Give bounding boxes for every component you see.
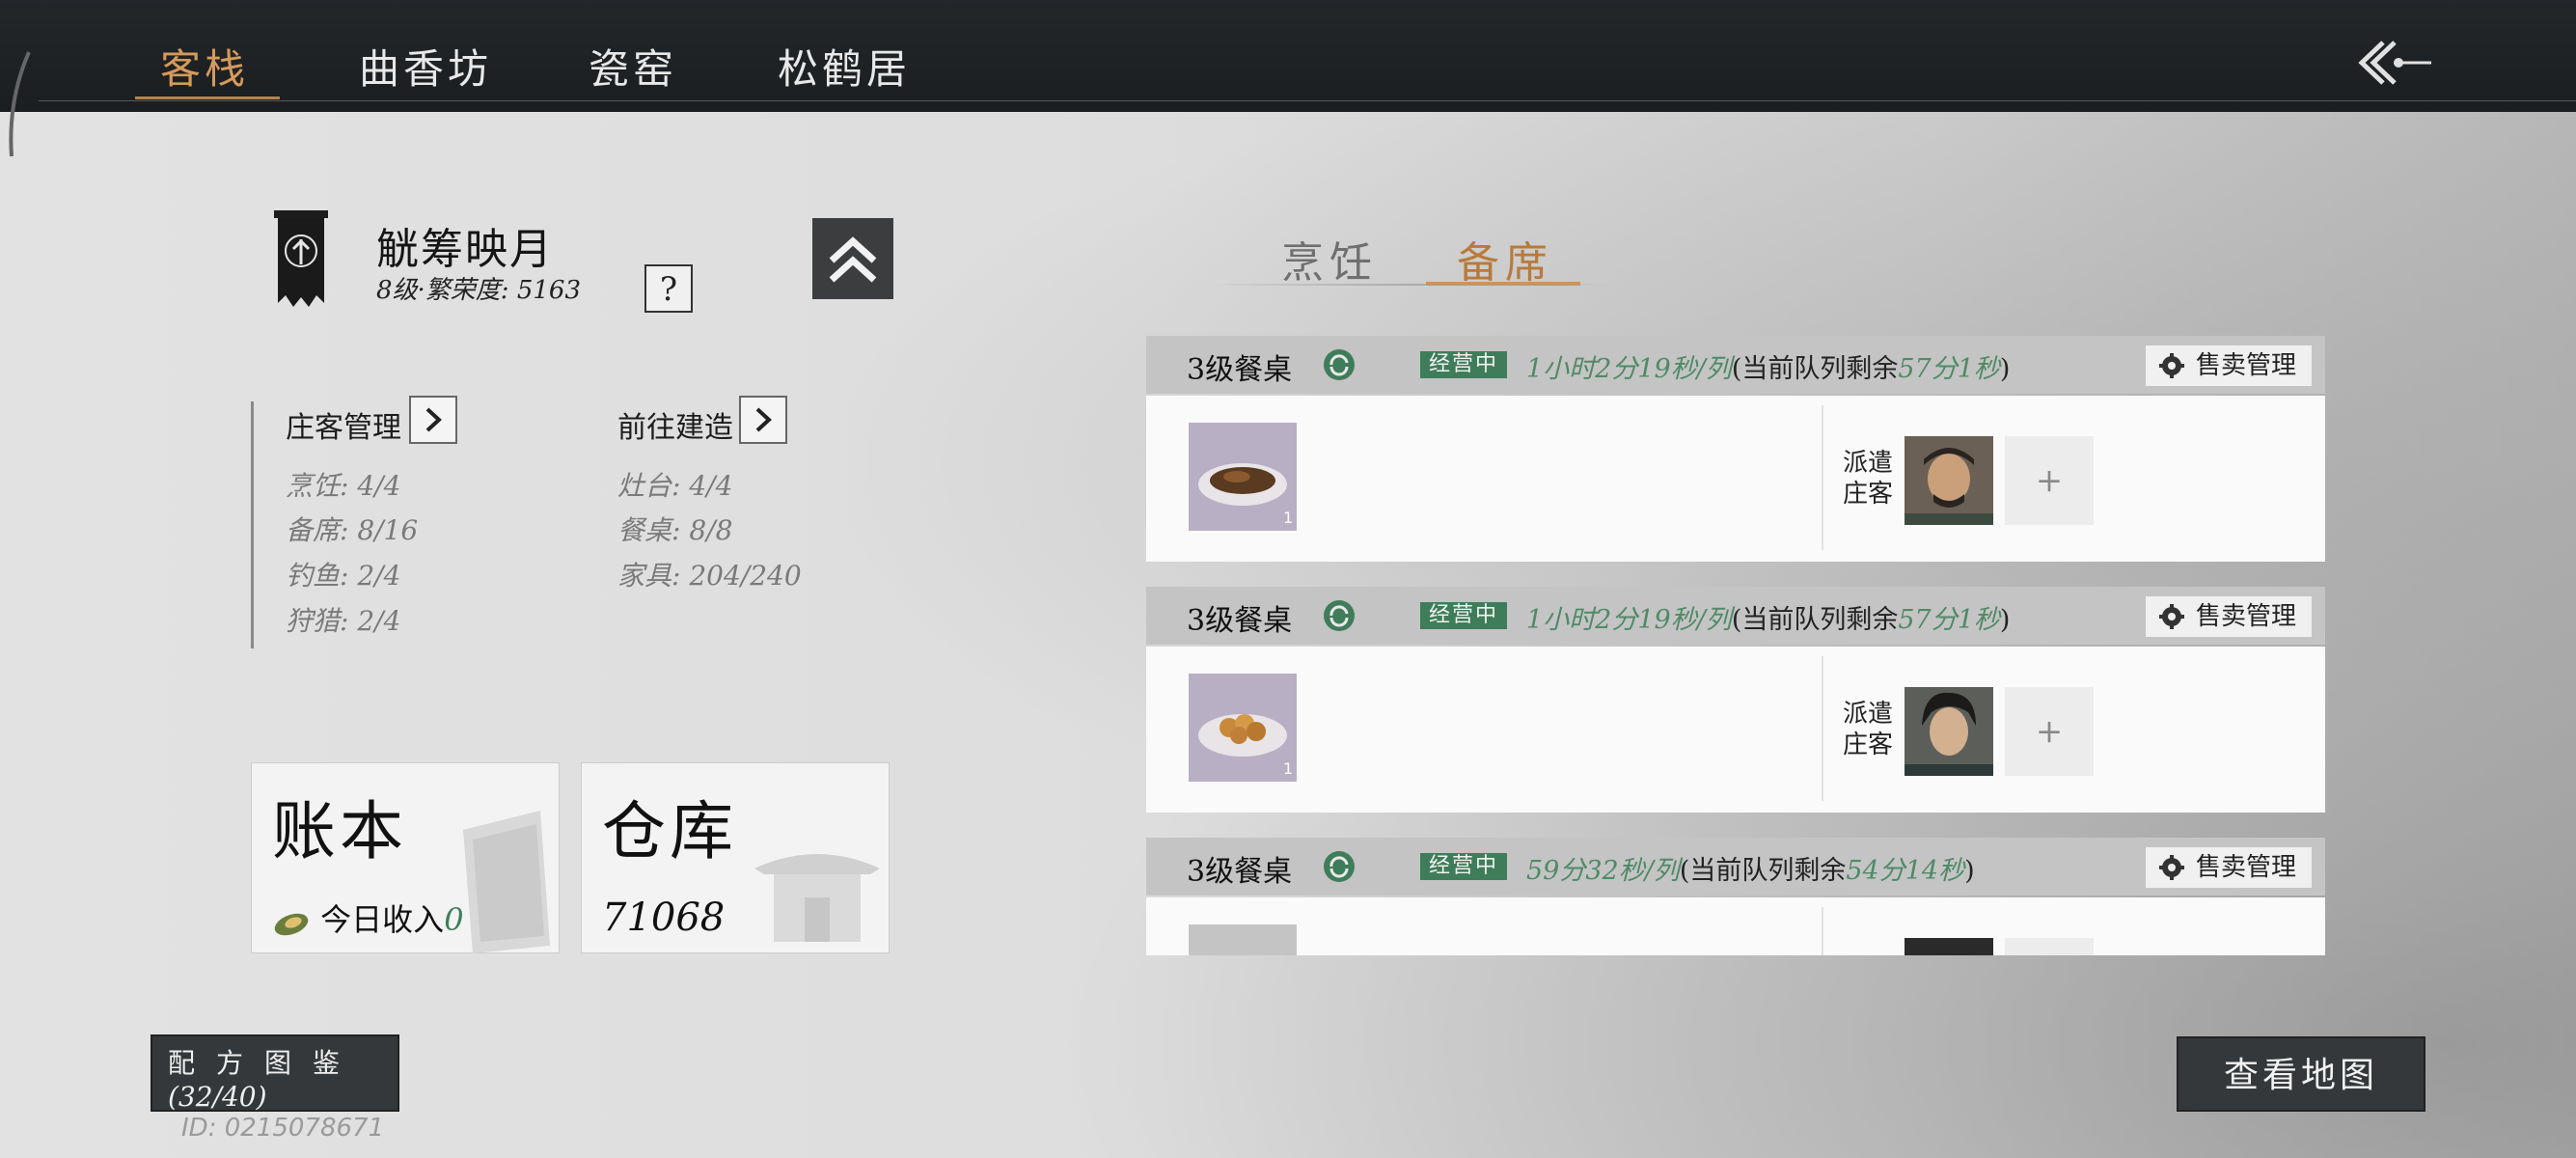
table-row-header: 3级餐桌 经营中 1小时2分19秒/列(当前队列剩余57分1秒) 售卖管理 — [1146, 587, 2325, 645]
table-name: 3级餐桌 — [1187, 604, 1293, 638]
top-navigation-bar: 客栈 曲香坊 瓷窑 松鹤居 — [0, 0, 2576, 157]
tab-porcelain-kiln[interactable]: 瓷窑 — [589, 37, 677, 96]
recipe-catalog-button[interactable]: 配方图鉴 (32/40) — [151, 1034, 399, 1113]
refresh-icon — [1324, 851, 1355, 882]
status-badge: 经营中 — [1420, 853, 1507, 880]
stat-hunting: 狩猎: 2/4 — [286, 605, 401, 637]
topbar-divider — [39, 100, 2576, 101]
tab-inn[interactable]: 客栈 — [160, 37, 249, 96]
dispatch-guest-label: 派遣庄客 — [1843, 449, 1894, 509]
inn-level-prosperity: 8级·繁荣度: 5163 — [376, 276, 581, 305]
refresh-icon — [1324, 349, 1355, 380]
table-row-header: 3级餐桌 经营中 1小时2分19秒/列(当前队列剩余57分1秒) 售卖管理 — [1146, 336, 2325, 394]
recipe-catalog-count: (32/40) — [168, 1081, 267, 1113]
sell-management-button[interactable]: 售卖管理 — [2146, 596, 2312, 637]
recipe-catalog-label: 配方图鉴 — [168, 1047, 362, 1079]
warehouse-title: 仓库 — [602, 794, 737, 868]
dish-slot[interactable]: 1 — [1189, 674, 1297, 782]
status-badge: 经营中 — [1420, 602, 1507, 629]
stat-table: 餐桌: 8/8 — [617, 514, 733, 546]
guest-management-button[interactable] — [409, 396, 457, 444]
help-button[interactable]: ? — [644, 264, 693, 313]
table-row: 3级餐桌 经营中 1小时2分19秒/列(当前队列剩余57分1秒) 售卖管理 1 … — [1146, 587, 2325, 820]
sell-management-button[interactable]: 售卖管理 — [2146, 345, 2312, 386]
dish-slot[interactable] — [1189, 924, 1297, 955]
tab-song-he-ju[interactable]: 松鹤居 — [778, 37, 911, 96]
active-tab-underline — [135, 96, 280, 99]
inn-name: 觥筹映月 — [376, 225, 554, 274]
guest-portrait-avatar[interactable] — [1905, 436, 1993, 525]
table-row-body: 1 派遣庄客 + — [1146, 396, 2325, 562]
table-timer: 59分32秒/列(当前队列剩余54分14秒) — [1526, 856, 1975, 886]
stat-fishing: 钓鱼: 2/4 — [286, 560, 401, 592]
row-divider — [1822, 907, 1823, 955]
gear-icon — [2159, 353, 2184, 378]
double-chevron-up-icon — [829, 236, 877, 283]
decorative-brush-icon — [9, 51, 31, 157]
income-row: 今日收入0 — [272, 896, 464, 940]
gear-icon — [2159, 604, 2184, 629]
warehouse-card[interactable]: 仓库 71068 — [581, 762, 890, 953]
row-divider — [1822, 656, 1823, 801]
stat-cooking: 烹饪: 4/4 — [286, 470, 401, 502]
guest-portrait-avatar[interactable] — [1905, 938, 1993, 955]
chevron-right-icon — [755, 407, 772, 432]
gear-icon — [2159, 855, 2184, 880]
warehouse-value: 71068 — [602, 896, 726, 940]
income-label: 今日收入 — [320, 901, 445, 938]
go-build-button[interactable] — [739, 396, 787, 444]
ledger-title: 账本 — [272, 794, 407, 868]
table-name: 3级餐桌 — [1187, 353, 1293, 387]
chevron-right-icon — [425, 407, 442, 432]
add-guest-slot[interactable]: + — [2005, 436, 2094, 525]
tab-qu-xiang-fang[interactable]: 曲香坊 — [359, 37, 492, 96]
stat-stove: 灶台: 4/4 — [617, 470, 733, 502]
warehouse-building-decoration — [754, 854, 880, 942]
svg-text:1: 1 — [1283, 759, 1293, 778]
guest-portrait-avatar[interactable] — [1905, 687, 1993, 776]
table-timer: 1小时2分19秒/列(当前队列剩余57分1秒) — [1526, 354, 2011, 384]
inn-banner-icon — [274, 210, 328, 307]
player-id: ID: 0215078671 — [181, 1114, 385, 1143]
dispatch-guest-label: 派遣庄客 — [1843, 700, 1894, 759]
ledger-card[interactable]: 账本 今日收入0 — [251, 762, 560, 953]
refresh-icon — [1324, 600, 1355, 631]
dish-slot[interactable]: 1 — [1189, 423, 1297, 531]
view-map-button[interactable]: 查看地图 — [2177, 1036, 2425, 1112]
table-row-header: 3级餐桌 经营中 59分32秒/列(当前队列剩余54分14秒) 售卖管理 — [1146, 838, 2325, 896]
svg-text:1: 1 — [1283, 509, 1293, 527]
guest-management-title: 庄客管理 — [286, 411, 401, 445]
row-divider — [1822, 405, 1823, 550]
add-guest-slot[interactable] — [2005, 938, 2094, 955]
tab-banquet[interactable]: 备席 — [1457, 228, 1553, 290]
table-list[interactable]: 3级餐桌 经营中 1小时2分19秒/列(当前队列剩余57分1秒) 售卖管理 1 … — [1146, 336, 2325, 955]
status-badge: 经营中 — [1420, 351, 1507, 378]
stat-furniture: 家具: 204/240 — [617, 560, 802, 592]
dish-icon: 1 — [1198, 714, 1293, 778]
table-timer: 1小时2分19秒/列(当前队列剩余57分1秒) — [1526, 605, 2011, 635]
table-row-body — [1146, 897, 2325, 955]
sell-management-button[interactable]: 售卖管理 — [2146, 847, 2312, 888]
coin-pouch-icon — [274, 913, 309, 935]
active-right-tab-underline — [1426, 282, 1580, 286]
go-build-title: 前往建造 — [617, 411, 733, 445]
upgrade-button[interactable] — [812, 218, 893, 299]
table-name: 3级餐桌 — [1187, 855, 1293, 889]
dish-icon: 1 — [1198, 463, 1293, 527]
add-guest-slot[interactable]: + — [2005, 687, 2094, 776]
stat-banquet: 备席: 8/16 — [286, 514, 419, 546]
section-divider — [251, 401, 254, 648]
table-row: 3级餐桌 经营中 59分32秒/列(当前队列剩余54分14秒) 售卖管理 — [1146, 838, 2325, 955]
income-value: 0 — [444, 901, 464, 938]
table-row: 3级餐桌 经营中 1小时2分19秒/列(当前队列剩余57分1秒) 售卖管理 1 … — [1146, 336, 2325, 569]
table-row-body: 1 派遣庄客 + — [1146, 647, 2325, 813]
tab-cooking[interactable]: 烹饪 — [1281, 228, 1378, 290]
back-arrow-icon[interactable] — [2354, 39, 2431, 87]
